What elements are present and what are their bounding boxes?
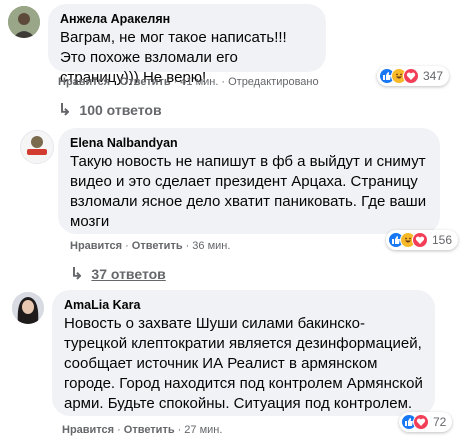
avatar-photo-icon [21, 131, 53, 163]
avatar[interactable] [12, 292, 44, 324]
reply-arrow-icon: ↳ [70, 266, 84, 283]
reply-arrow-icon: ↳ [58, 102, 72, 119]
comment-author[interactable]: Elena Nalbandyan [70, 135, 428, 152]
reply-link[interactable]: Ответить [120, 76, 171, 88]
avatar[interactable] [8, 6, 40, 38]
comment-bubble: Анжела Аракелян Ваграм, не мог такое нап… [48, 4, 326, 86]
like-link[interactable]: Нравится [70, 240, 122, 252]
view-replies-link[interactable]: ↳ 37 ответов [70, 264, 166, 284]
love-reaction-icon [412, 232, 428, 248]
comment-actions: Нравится · Ответить · 41 мин. · Отредактирован… [58, 76, 319, 88]
timestamp[interactable]: 27 мин. [184, 424, 222, 436]
replies-count[interactable]: 37 ответов [91, 266, 165, 282]
love-reaction-icon [413, 414, 429, 430]
reactions-summary[interactable]: 156 [386, 230, 459, 250]
comment-actions: Нравится · Ответить · 27 мин. [62, 424, 223, 436]
comment-text: Такую новость не напишут в фб а выйдут и… [70, 153, 427, 230]
comment-text: Новость о захвате Шуши силами бакинско-т… [64, 315, 423, 412]
love-reaction-icon [403, 68, 419, 84]
comment-bubble: Elena Nalbandyan Такую новость не напишу… [58, 128, 440, 234]
reaction-count: 156 [432, 233, 453, 247]
like-link[interactable]: Нравится [62, 424, 114, 436]
avatar-photo-icon [8, 6, 40, 38]
reply-link[interactable]: Ответить [124, 424, 175, 436]
timestamp[interactable]: 36 мин. [192, 240, 230, 252]
timestamp[interactable]: 41 мин. [180, 76, 218, 88]
edited-label: Отредактировано [228, 76, 319, 88]
avatar-photo-icon [12, 292, 44, 324]
view-replies-link[interactable]: ↳ 100 ответов [58, 100, 162, 120]
comment-actions: Нравится · Ответить · 36 мин. [70, 240, 231, 252]
reaction-count: 347 [423, 69, 444, 83]
like-link[interactable]: Нравится [58, 76, 110, 88]
reactions-summary[interactable]: 72 [399, 412, 453, 432]
reaction-count: 72 [433, 415, 447, 429]
comment-author[interactable]: Анжела Аракелян [60, 11, 314, 28]
comment-author[interactable]: AmaLia Kara [64, 297, 423, 314]
avatar[interactable] [20, 130, 54, 164]
reply-link[interactable]: Ответить [132, 240, 183, 252]
comment-bubble: AmaLia Kara Новость о захвате Шуши силам… [52, 290, 435, 416]
replies-count[interactable]: 100 ответов [79, 102, 161, 118]
reactions-summary[interactable]: 347 [377, 66, 450, 86]
